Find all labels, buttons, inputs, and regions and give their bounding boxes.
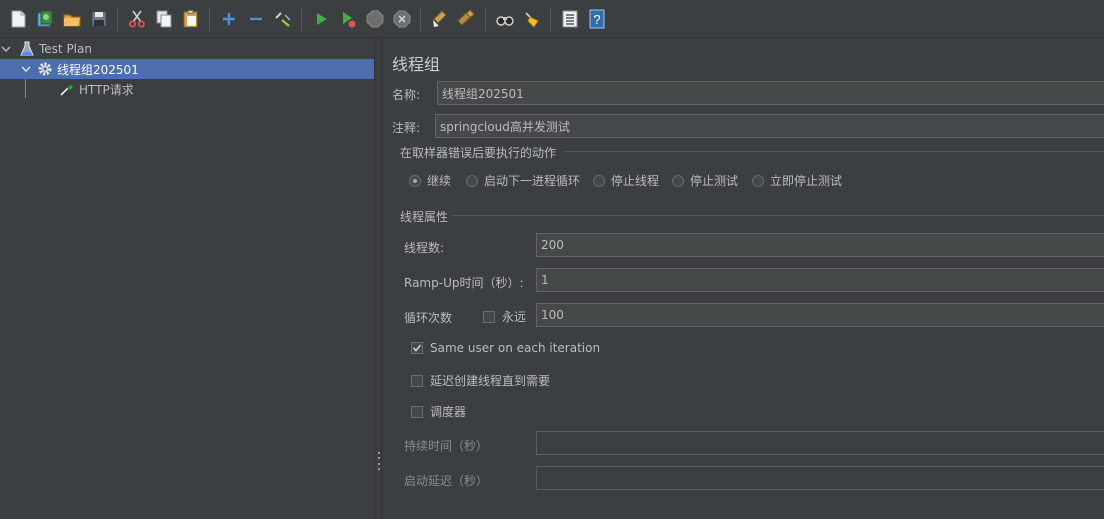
help-icon[interactable]: ? bbox=[586, 7, 608, 31]
new-icon[interactable] bbox=[7, 7, 29, 31]
stop-icon[interactable] bbox=[364, 7, 386, 31]
duration-label: 持续时间（秒） bbox=[404, 439, 489, 453]
threads-label: 线程数: bbox=[404, 241, 445, 255]
radio-start-next-loop[interactable]: 启动下一进程循环 bbox=[466, 172, 580, 189]
error-action-group-title: 在取样器错误后要执行的动作 bbox=[400, 146, 557, 160]
templates-icon[interactable] bbox=[34, 7, 56, 31]
radio-stop-thread[interactable]: 停止线程 bbox=[593, 172, 659, 189]
clear-all-icon[interactable] bbox=[456, 7, 478, 31]
group-border bbox=[565, 151, 1104, 152]
radio-button[interactable] bbox=[409, 174, 421, 187]
loop-count-label: 循环次数 bbox=[404, 311, 453, 325]
start-no-pause-icon[interactable] bbox=[337, 7, 359, 31]
group-border bbox=[451, 215, 1104, 216]
jmeter-window: ? Test Plan 线程组202501 HTTP请求 线程组 名称: 线程组… bbox=[0, 0, 1104, 519]
test-plan-icon bbox=[18, 40, 36, 58]
page-title: 线程组 bbox=[392, 55, 441, 74]
tree-item-label: Test Plan bbox=[39, 42, 92, 56]
toolbar-separator bbox=[420, 6, 421, 31]
rampup-field[interactable]: 1 bbox=[536, 268, 1104, 292]
tree-item-label: HTTP请求 bbox=[79, 82, 134, 97]
radio-button[interactable] bbox=[752, 174, 764, 187]
toolbar-separator bbox=[209, 6, 210, 31]
startup-delay-field[interactable] bbox=[536, 466, 1104, 490]
collapse-icon[interactable] bbox=[245, 7, 267, 31]
name-label: 名称: bbox=[392, 88, 421, 102]
comment-label: 注释: bbox=[392, 121, 421, 135]
pipette-icon bbox=[58, 80, 76, 98]
search-icon[interactable] bbox=[494, 7, 516, 31]
checkbox[interactable] bbox=[411, 374, 423, 387]
checkbox[interactable] bbox=[411, 342, 423, 354]
toolbar-separator bbox=[550, 6, 551, 31]
start-icon[interactable] bbox=[310, 7, 332, 31]
toolbar-separator bbox=[117, 6, 118, 31]
shutdown-icon[interactable] bbox=[391, 7, 413, 31]
test-plan-tree: Test Plan 线程组202501 HTTP请求 bbox=[0, 39, 374, 519]
toolbar: ? bbox=[0, 0, 1104, 38]
radio-button[interactable] bbox=[593, 174, 605, 187]
delay-create-checkbox[interactable]: 延迟创建线程直到需要 bbox=[411, 372, 550, 389]
svg-text:?: ? bbox=[593, 12, 600, 27]
loop-count-field[interactable]: 100 bbox=[536, 303, 1104, 327]
gear-icon bbox=[36, 60, 54, 78]
chevron-down-icon[interactable] bbox=[0, 43, 12, 55]
startup-delay-label: 启动延迟（秒） bbox=[404, 474, 489, 488]
thread-group-panel: 线程组 名称: 线程组202501 注释: springcloud高并发测试 在… bbox=[383, 39, 1104, 519]
reset-search-icon[interactable] bbox=[521, 7, 543, 31]
checkbox[interactable] bbox=[411, 405, 423, 418]
toolbar-separator bbox=[301, 6, 302, 31]
radio-stop-test-now[interactable]: 立即停止测试 bbox=[752, 172, 842, 189]
checkbox[interactable] bbox=[483, 310, 495, 323]
clear-icon[interactable] bbox=[429, 7, 451, 31]
comment-field[interactable]: springcloud高并发测试 bbox=[435, 114, 1104, 138]
paste-icon[interactable] bbox=[180, 7, 202, 31]
scheduler-checkbox[interactable]: 调度器 bbox=[411, 403, 466, 420]
copy-icon[interactable] bbox=[153, 7, 175, 31]
open-icon[interactable] bbox=[61, 7, 83, 31]
drag-handle-icon[interactable] bbox=[377, 452, 380, 470]
split-pane-divider[interactable] bbox=[374, 39, 382, 519]
tree-item-label: 线程组202501 bbox=[57, 62, 139, 77]
check-icon bbox=[412, 344, 422, 352]
thread-properties-title: 线程属性 bbox=[400, 210, 449, 224]
tree-item-thread-group[interactable]: 线程组202501 bbox=[0, 59, 374, 79]
tree-item-test-plan[interactable]: Test Plan bbox=[0, 39, 374, 59]
duration-field[interactable] bbox=[536, 431, 1104, 455]
forever-checkbox[interactable]: 永远 bbox=[483, 308, 526, 325]
toolbar-separator bbox=[485, 6, 486, 31]
radio-button[interactable] bbox=[672, 174, 684, 187]
toggle-icon[interactable] bbox=[272, 7, 294, 31]
radio-continue[interactable]: 继续 bbox=[409, 172, 451, 189]
threads-field[interactable]: 200 bbox=[536, 233, 1104, 257]
tree-item-http-request[interactable]: HTTP请求 bbox=[0, 79, 374, 99]
radio-stop-test[interactable]: 停止测试 bbox=[672, 172, 738, 189]
name-field[interactable]: 线程组202501 bbox=[437, 81, 1104, 105]
cut-icon[interactable] bbox=[126, 7, 148, 31]
expand-icon[interactable] bbox=[218, 7, 240, 31]
rampup-label: Ramp-Up时间（秒）: bbox=[404, 276, 524, 290]
function-helper-icon[interactable] bbox=[559, 7, 581, 31]
chevron-down-icon[interactable] bbox=[20, 63, 32, 75]
save-icon[interactable] bbox=[88, 7, 110, 31]
same-user-checkbox[interactable]: Same user on each iteration bbox=[411, 341, 600, 355]
radio-button[interactable] bbox=[466, 174, 478, 187]
